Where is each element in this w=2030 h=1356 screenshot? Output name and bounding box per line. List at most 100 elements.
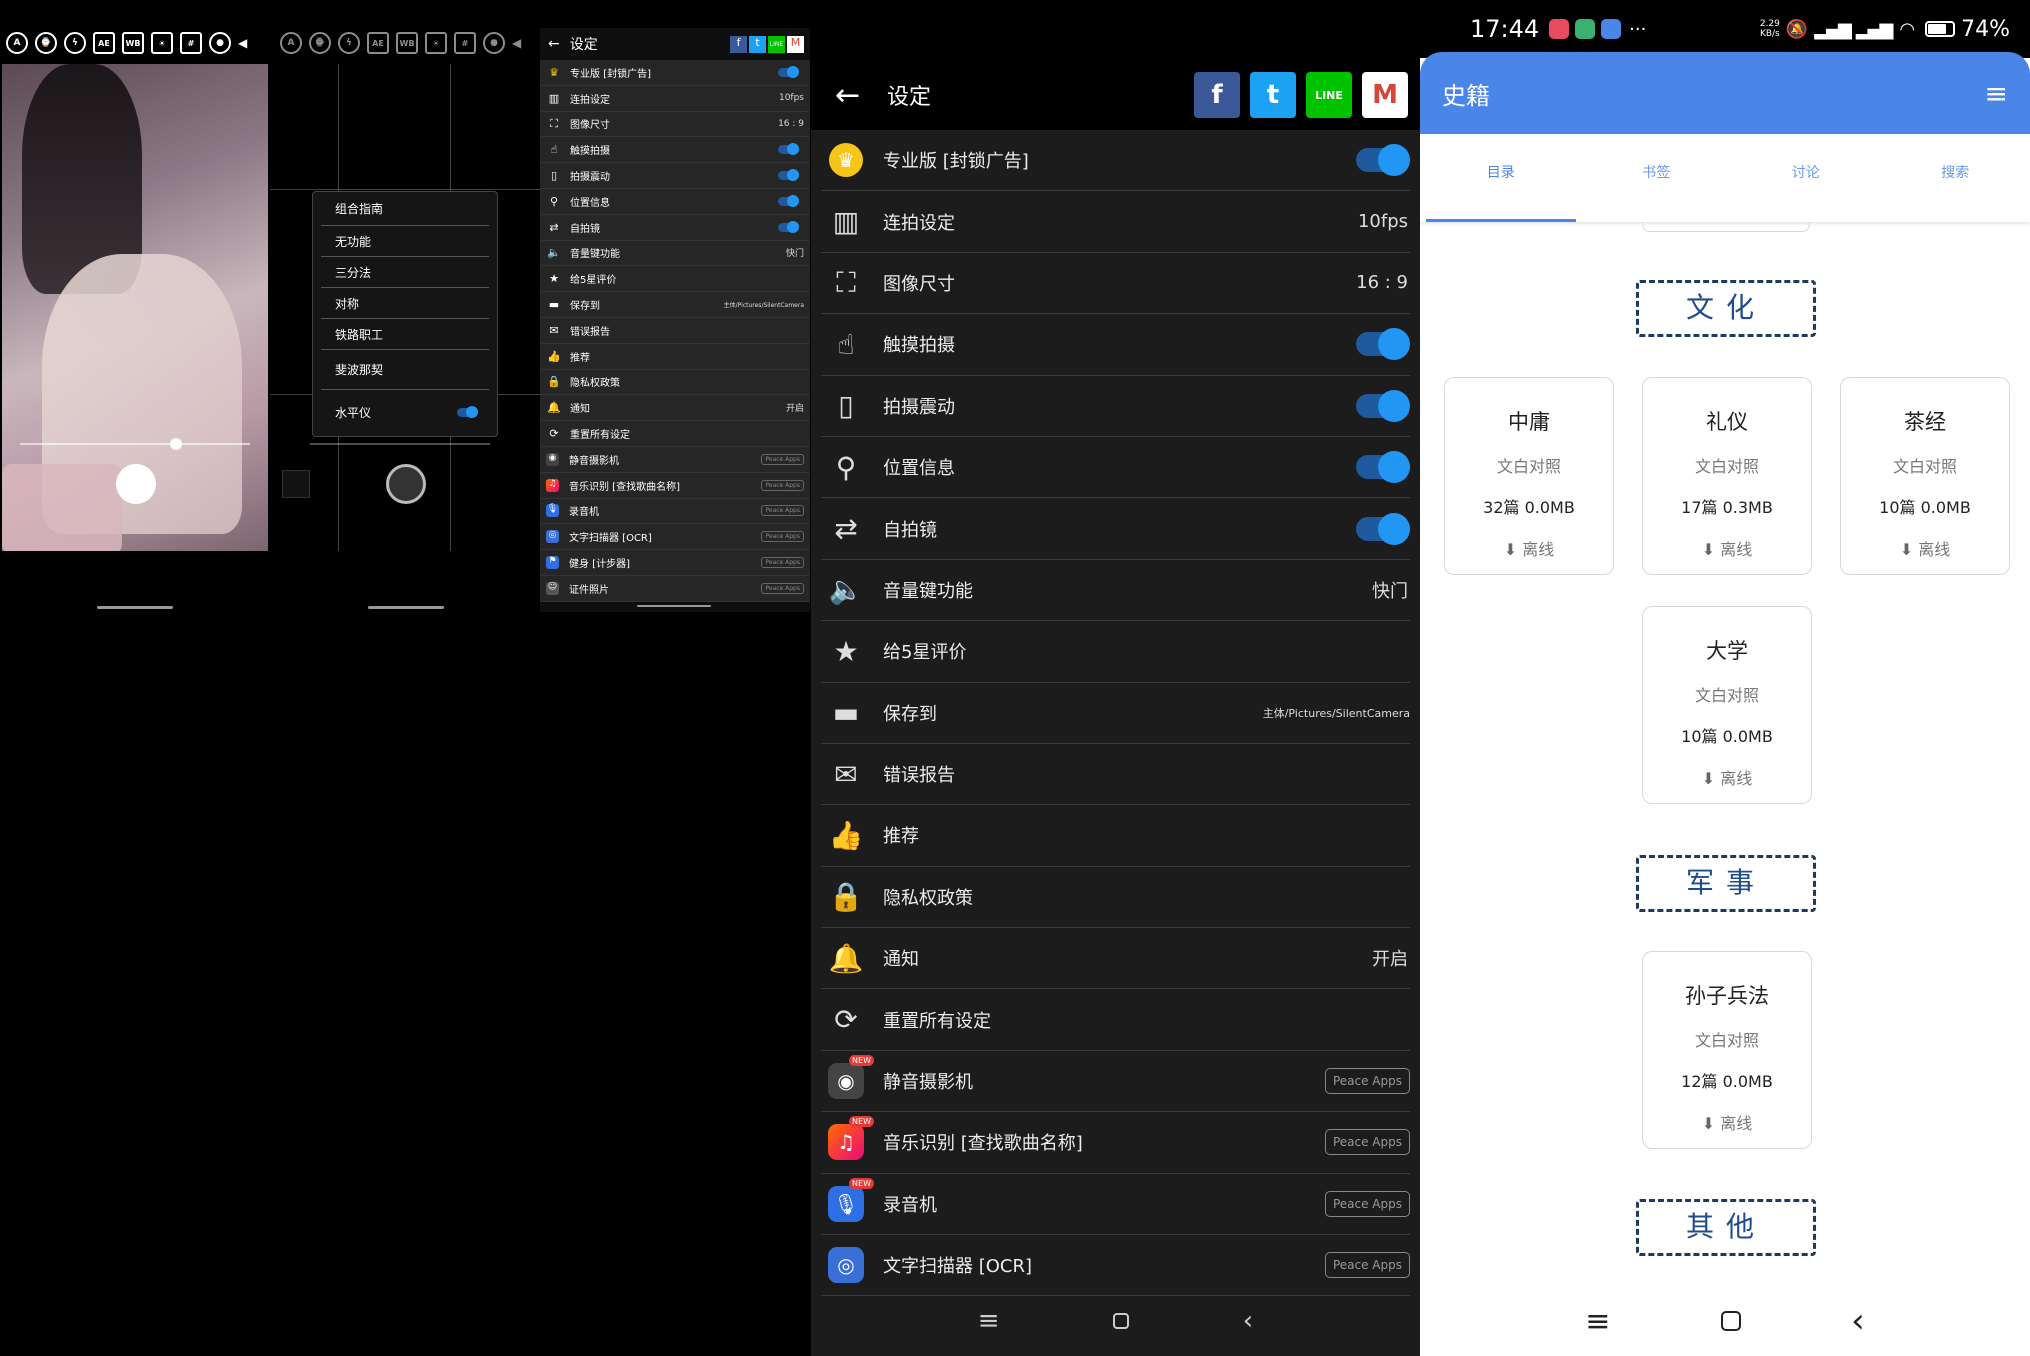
settings-row[interactable]: ◉ 静音摄影机 Peace Apps xyxy=(540,446,810,473)
zoom-slider[interactable] xyxy=(310,443,490,445)
book-card[interactable]: 孙子兵法 文白对照 12篇 0.0MB ⬇ 离线 xyxy=(1642,951,1812,1149)
gmail-icon[interactable]: M xyxy=(1362,72,1408,118)
settings-row[interactable]: 🔈 音量键功能 快门 xyxy=(821,560,1410,622)
back-chevron-icon[interactable]: ‹ xyxy=(1243,1306,1253,1336)
settings-row[interactable]: ⛶ 图像尺寸 16 : 9 xyxy=(540,111,810,138)
settings-row[interactable]: ⚲ 位置信息 xyxy=(540,188,810,215)
level-row[interactable]: 水平仪 xyxy=(321,390,489,434)
settings-toggle[interactable] xyxy=(1356,451,1410,484)
settings-row[interactable]: ▯ 拍摄震动 xyxy=(540,163,810,189)
tab-search[interactable]: 搜索 xyxy=(1881,134,2030,222)
white-balance-icon[interactable]: WB xyxy=(122,32,144,54)
settings-row[interactable]: 🔔 通知 开启 xyxy=(821,928,1410,990)
tab-catalog[interactable]: 目录 xyxy=(1426,134,1576,222)
store-badge[interactable]: Peace Apps xyxy=(761,531,804,543)
settings-row[interactable]: ✉ 错误报告 xyxy=(821,744,1410,806)
store-badge[interactable]: Peace Apps xyxy=(761,557,804,569)
white-balance-icon[interactable]: WB xyxy=(396,32,418,54)
settings-row[interactable]: ⟳ 重置所有设定 xyxy=(821,989,1410,1051)
grid-icon[interactable]: # xyxy=(180,32,202,54)
back-arrow-icon[interactable]: ← xyxy=(548,36,560,52)
flash-icon[interactable]: ϟ xyxy=(64,32,86,54)
hdr-icon[interactable]: A xyxy=(280,32,302,54)
store-badge[interactable]: Peace Apps xyxy=(761,453,804,465)
store-badge[interactable]: Peace Apps xyxy=(761,479,804,491)
offline-download-button[interactable]: ⬇ 离线 xyxy=(1643,536,1811,560)
settings-toggle[interactable] xyxy=(1356,512,1410,545)
settings-row[interactable]: ⛶ 图像尺寸 16 : 9 xyxy=(821,253,1410,315)
facebook-icon[interactable]: f xyxy=(1194,72,1240,118)
settings-row[interactable]: ⇄ 自拍镜 xyxy=(821,498,1410,560)
book-card[interactable]: 礼仪 文白对照 17篇 0.3MB ⬇ 离线 xyxy=(1642,377,1812,575)
store-badge[interactable]: Peace Apps xyxy=(1324,1129,1410,1156)
scene-icon[interactable]: ☀ xyxy=(151,32,173,54)
settings-toggle[interactable] xyxy=(778,194,799,207)
store-badge[interactable]: Peace Apps xyxy=(1324,1252,1410,1279)
settings-row[interactable]: 🔒 隐私权政策 xyxy=(821,867,1410,929)
settings-row[interactable]: ⇄ 自拍镜 xyxy=(540,214,810,241)
grid-option[interactable]: 组合指南 xyxy=(321,192,489,226)
book-card[interactable]: 大学 文白对照 10篇 0.0MB ⬇ 离线 xyxy=(1642,606,1812,804)
settings-row[interactable]: ▬ 保存到 主体/Pictures/SilentCamera xyxy=(540,292,810,318)
shutter-button[interactable] xyxy=(386,464,426,504)
offline-download-button[interactable]: ⬇ 离线 xyxy=(1643,1110,1811,1134)
burst-icon[interactable]: ● xyxy=(209,32,231,54)
settings-row[interactable]: 🎙 录音机 Peace Apps xyxy=(540,498,810,525)
settings-toggle[interactable] xyxy=(1356,389,1410,422)
settings-toggle[interactable] xyxy=(1356,144,1410,177)
auto-exposure-icon[interactable]: AE xyxy=(93,32,115,54)
settings-toggle[interactable] xyxy=(778,220,799,233)
settings-row[interactable]: ▥ 连拍设定 10fps xyxy=(540,85,810,112)
scene-icon[interactable]: ☀ xyxy=(425,32,447,54)
tab-discussion[interactable]: 讨论 xyxy=(1731,134,1881,222)
settings-row[interactable]: ⟳ 重置所有设定 xyxy=(540,421,810,447)
settings-row[interactable]: ☺ 证件照片 Peace Apps xyxy=(540,575,810,602)
book-card[interactable]: 中庸 文白对照 32篇 0.0MB ⬇ 离线 xyxy=(1444,377,1614,575)
zoom-thumb[interactable] xyxy=(170,438,182,450)
settings-toggle[interactable] xyxy=(778,143,799,156)
flash-icon[interactable]: ϟ xyxy=(338,32,360,54)
settings-toggle[interactable] xyxy=(1356,328,1410,361)
settings-row[interactable]: 👍 推荐 xyxy=(821,805,1410,867)
back-arrow-icon[interactable]: ← xyxy=(835,78,875,113)
chevron-left-icon[interactable]: ◀ xyxy=(512,36,521,50)
settings-row[interactable]: ☝ 触摸拍摄 xyxy=(821,314,1410,376)
settings-row[interactable]: 🎙 NEW 录音机 Peace Apps xyxy=(821,1174,1410,1236)
offline-download-button[interactable]: ⬇ 离线 xyxy=(1643,765,1811,789)
line-icon[interactable]: LINE xyxy=(1306,72,1352,118)
settings-row[interactable]: ♫ 音乐识别 [查找歌曲名称] Peace Apps xyxy=(540,472,810,499)
back-chevron-icon[interactable]: ‹ xyxy=(1851,1301,1865,1341)
burst-icon[interactable]: ● xyxy=(483,32,505,54)
store-badge[interactable]: Peace Apps xyxy=(1324,1068,1410,1095)
offline-download-button[interactable]: ⬇ 离线 xyxy=(1445,536,1613,560)
twitter-icon[interactable]: t xyxy=(1250,72,1296,118)
hdr-icon[interactable]: A xyxy=(6,32,28,54)
auto-exposure-icon[interactable]: AE xyxy=(367,32,389,54)
settings-row[interactable]: ◎ 文字扫描器 [OCR] Peace Apps xyxy=(821,1235,1410,1297)
twitter-icon[interactable]: t xyxy=(749,35,766,53)
settings-row[interactable]: ▯ 拍摄震动 xyxy=(821,376,1410,437)
settings-row[interactable]: ◎ 文字扫描器 [OCR] Peace Apps xyxy=(540,524,810,551)
grid-option[interactable]: 铁路职工 xyxy=(321,319,489,350)
facebook-icon[interactable]: f xyxy=(730,35,747,53)
settings-row[interactable]: ▬ 保存到 主体/Pictures/SilentCamera xyxy=(821,683,1410,744)
settings-row[interactable]: ◉ NEW 静音摄影机 Peace Apps xyxy=(821,1051,1410,1113)
grid-option[interactable]: 斐波那契 xyxy=(321,350,489,390)
line-icon[interactable]: LINE xyxy=(768,35,785,53)
chevron-left-icon[interactable]: ◀ xyxy=(238,36,247,50)
settings-toggle[interactable] xyxy=(778,65,799,78)
settings-row[interactable]: ♫ NEW 音乐识别 [查找歌曲名称] Peace Apps xyxy=(821,1112,1410,1174)
grid-option[interactable]: 三分法 xyxy=(321,257,489,288)
store-badge[interactable]: Peace Apps xyxy=(761,505,804,517)
timer-icon[interactable]: ⌚ xyxy=(35,32,57,54)
grid-icon[interactable]: # xyxy=(454,32,476,54)
settings-row[interactable]: 🔔 通知 开启 xyxy=(540,395,810,422)
book-card[interactable]: 茶经 文白对照 10篇 0.0MB ⬇ 离线 xyxy=(1840,377,2010,575)
settings-row[interactable]: 👍 推荐 xyxy=(540,343,810,370)
settings-row[interactable]: ✉ 错误报告 xyxy=(540,317,810,344)
home-square-icon[interactable] xyxy=(1113,1313,1130,1329)
offline-download-button[interactable]: ⬇ 离线 xyxy=(1841,536,2009,560)
menu-icon[interactable]: ≡ xyxy=(1585,1304,1610,1339)
settings-row[interactable]: ♛ 专业版 [封锁广告] xyxy=(540,60,810,86)
grid-option[interactable]: 无功能 xyxy=(321,226,489,257)
